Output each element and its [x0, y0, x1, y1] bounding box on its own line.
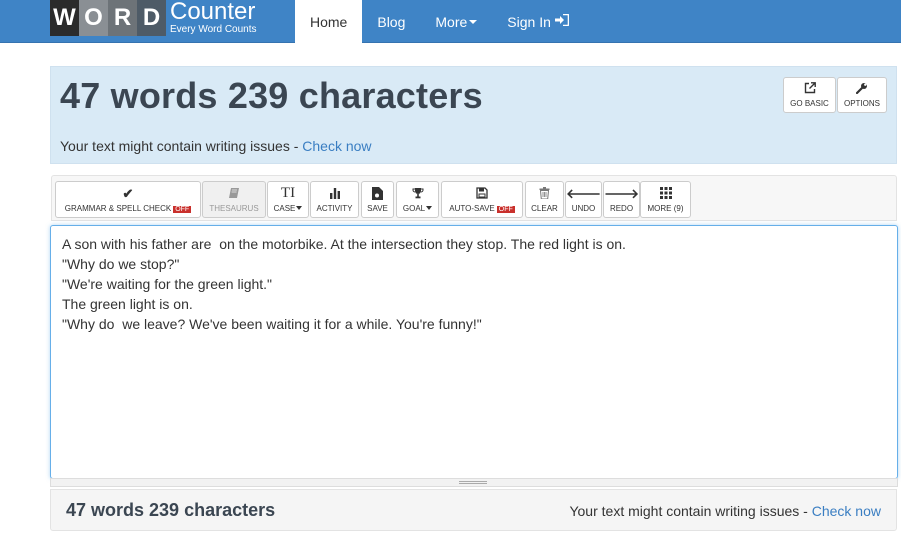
- autosave-label: AUTO-SAVE: [449, 203, 495, 213]
- external-link-icon: [804, 82, 816, 96]
- go-basic-label: GO BASIC: [790, 99, 829, 108]
- grammar-spell-check-button[interactable]: ✔ GRAMMAR & SPELL CHECK OFF: [55, 181, 201, 218]
- check-icon: ✔: [122, 185, 134, 201]
- caret-down-icon: [469, 19, 478, 24]
- nav-more-label: More: [435, 13, 468, 30]
- grammar-label: GRAMMAR & SPELL CHECK: [64, 203, 172, 213]
- logo-main-text: Counter: [170, 0, 256, 25]
- autosave-label-row: AUTO-SAVE OFF: [449, 204, 515, 213]
- wordcounter-logo[interactable]: W O R D Counter Every Word Counts: [50, 0, 257, 36]
- writing-issues-notice: Your text might contain writing issues -…: [60, 138, 372, 154]
- more-label: MORE (9): [647, 203, 684, 213]
- nav-signin-label: Sign In: [507, 13, 551, 30]
- logo-tagline: Every Word Counts: [170, 23, 257, 35]
- grammar-label-row: GRAMMAR & SPELL CHECK OFF: [64, 203, 192, 213]
- goal-label-row: GOAL: [402, 203, 433, 213]
- auto-save-button[interactable]: AUTO-SAVE OFF: [441, 181, 523, 218]
- autosave-off-badge: OFF: [496, 205, 515, 213]
- navbar: W O R D Counter Every Word Counts Home B…: [0, 0, 901, 43]
- undo-label: UNDO: [571, 203, 596, 213]
- logo-letter-r: R: [108, 0, 137, 36]
- editor-line: "Why do we stop?": [62, 256, 180, 272]
- book-icon: [228, 187, 240, 202]
- activity-button[interactable]: ACTIVITY: [310, 181, 359, 218]
- sign-in-icon: [554, 13, 570, 29]
- thesaurus-button[interactable]: THESAURUS: [202, 181, 266, 218]
- trophy-icon: [412, 187, 424, 202]
- text-case-icon: TI: [280, 184, 296, 201]
- count-footer-panel: 47 words 239 characters Your text might …: [50, 489, 897, 531]
- undo-button[interactable]: 🡐 UNDO: [565, 181, 602, 218]
- footer-writing-issues-notice: Your text might contain writing issues -…: [569, 503, 881, 519]
- check-now-link[interactable]: Check now: [302, 138, 371, 154]
- footer-word-character-count: 47 words 239 characters: [66, 500, 276, 520]
- save-label: SAVE: [367, 203, 388, 213]
- nav-sign-in[interactable]: Sign In: [492, 0, 584, 43]
- nav-blog-label: Blog: [377, 13, 406, 30]
- goal-dropdown-button[interactable]: GOAL: [396, 181, 439, 218]
- case-dropdown-button[interactable]: TI CASE: [267, 181, 309, 218]
- nav-home-label: Home: [310, 13, 348, 30]
- clear-label: CLEAR: [531, 203, 558, 213]
- count-header-panel: 47 words 239 characters Your text might …: [50, 66, 897, 164]
- nav-blog[interactable]: Blog: [362, 0, 420, 43]
- redo-label: REDO: [609, 203, 634, 213]
- nav-more-dropdown[interactable]: More: [420, 0, 492, 43]
- options-button[interactable]: OPTIONS: [837, 77, 887, 113]
- editor-resize-handle[interactable]: [50, 478, 898, 487]
- grid-icon: [659, 186, 672, 202]
- case-label: CASE: [273, 203, 296, 213]
- footer-check-now-link[interactable]: Check now: [812, 503, 881, 519]
- arrow-left-icon: 🡐: [566, 185, 601, 201]
- clear-button[interactable]: CLEAR: [525, 181, 564, 218]
- bar-chart-icon: [329, 187, 341, 202]
- trash-icon: [539, 186, 550, 202]
- editor-line: The green light is on.: [62, 296, 193, 312]
- editor-line: "We're waiting for the green light.": [62, 276, 273, 292]
- resize-grip-icon: [459, 481, 487, 484]
- caret-down-icon: [426, 206, 433, 211]
- goal-label: GOAL: [402, 203, 426, 213]
- word-character-count: 47 words 239 characters: [60, 75, 483, 116]
- wrench-icon: [855, 82, 868, 96]
- redo-button[interactable]: 🡒 REDO: [603, 181, 640, 218]
- arrow-right-icon: 🡒: [604, 185, 639, 201]
- activity-label: ACTIVITY: [316, 203, 353, 213]
- caret-down-icon: [296, 206, 303, 211]
- logo-letter-o: O: [79, 0, 108, 36]
- go-basic-button[interactable]: GO BASIC: [783, 77, 836, 113]
- writing-issues-text: Your text might contain writing issues -: [60, 138, 303, 154]
- editor-toolbar: ✔ GRAMMAR & SPELL CHECK OFF THESAURUS TI …: [51, 175, 897, 221]
- grammar-off-badge: OFF: [173, 205, 192, 213]
- case-label-row: CASE: [274, 204, 303, 213]
- logo-letter-w: W: [50, 0, 79, 36]
- nav-home[interactable]: Home: [295, 0, 363, 43]
- floppy-disk-icon: [476, 186, 488, 202]
- logo-letter-d: D: [137, 0, 166, 36]
- save-button[interactable]: SAVE: [361, 181, 394, 218]
- options-label: OPTIONS: [843, 99, 880, 108]
- editor-line: "Why do we leave? We've been waiting it …: [62, 316, 482, 332]
- logo-text: Counter Every Word Counts: [170, 0, 257, 36]
- text-editor[interactable]: A son with his father are on the motorbi…: [50, 225, 898, 479]
- save-file-icon: [372, 186, 383, 202]
- footer-writing-issues-text: Your text might contain writing issues -: [569, 503, 812, 519]
- thesaurus-label: THESAURUS: [209, 203, 259, 213]
- main-nav: Home Blog More Sign In: [295, 0, 584, 43]
- more-tools-button[interactable]: MORE (9): [640, 181, 691, 218]
- editor-line: A son with his father are on the motorbi…: [62, 236, 626, 252]
